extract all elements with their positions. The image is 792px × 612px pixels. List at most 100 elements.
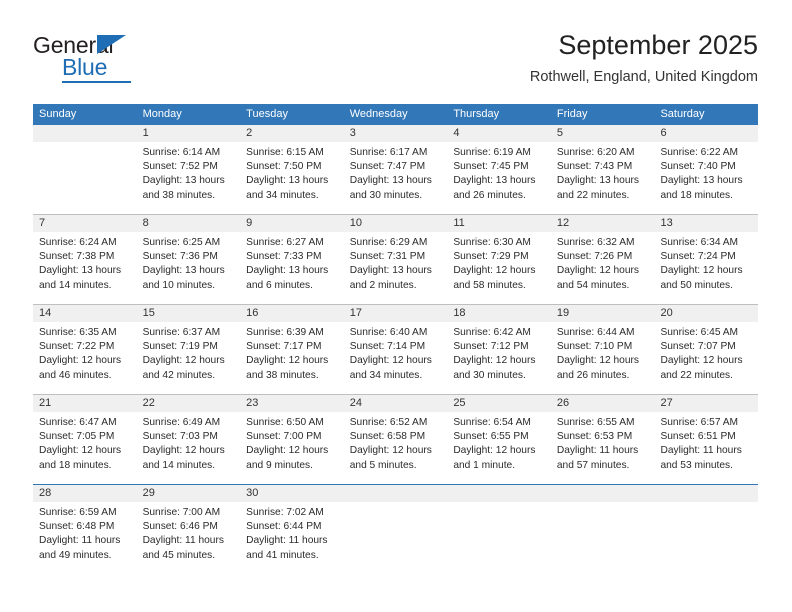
day-number[interactable]: 22 xyxy=(137,395,241,412)
day-detail-line: Sunset: 7:17 PM xyxy=(246,341,322,353)
day-number[interactable]: 4 xyxy=(447,125,551,142)
day-cell[interactable]: Sunrise: 6:24 AM Sunset: 7:38 PM Daylight:… xyxy=(33,232,137,304)
day-cell[interactable]: Sunrise: 6:17 AM Sunset: 7:47 PM Daylight:… xyxy=(344,142,448,214)
day-number[interactable]: 23 xyxy=(240,395,344,412)
day-cell[interactable]: Sunrise: 7:00 AM Sunset: 6:46 PM Daylight:… xyxy=(137,502,241,579)
day-cell[interactable]: Sunrise: 6:37 AM Sunset: 7:19 PM Daylight:… xyxy=(137,322,241,394)
day-number[interactable]: 3 xyxy=(344,125,448,142)
day-number[interactable]: 19 xyxy=(551,305,655,322)
weekday-header-tuesday: Tuesday xyxy=(246,108,288,120)
day-cell[interactable]: Sunrise: 6:34 AM Sunset: 7:24 PM Daylight:… xyxy=(654,232,758,304)
day-number[interactable]: 21 xyxy=(33,395,137,412)
day-detail-line: Sunset: 7:07 PM xyxy=(660,341,736,353)
day-detail-line: and 9 minutes. xyxy=(246,459,313,471)
day-number[interactable]: 26 xyxy=(551,395,655,412)
logo-triangle-icon xyxy=(97,35,126,54)
page-subtitle: Rothwell, England, United Kingdom xyxy=(529,69,758,85)
day-cell[interactable]: Sunrise: 6:39 AM Sunset: 7:17 PM Daylight:… xyxy=(240,322,344,394)
day-detail-line: Daylight: 13 hours xyxy=(246,175,329,187)
day-number[interactable]: 17 xyxy=(344,305,448,322)
day-cell[interactable]: Sunrise: 6:14 AM Sunset: 7:52 PM Daylight:… xyxy=(137,142,241,214)
day-detail-line: and 6 minutes. xyxy=(246,279,313,291)
day-detail-line: Sunset: 7:36 PM xyxy=(142,251,218,263)
day-number[interactable]: 5 xyxy=(551,125,655,142)
day-detail-line: Sunset: 7:03 PM xyxy=(142,431,218,443)
day-number[interactable]: 29 xyxy=(137,485,241,502)
day-cell[interactable]: Sunrise: 6:59 AM Sunset: 6:48 PM Daylight:… xyxy=(33,502,137,579)
day-detail-line: and 42 minutes. xyxy=(142,369,216,381)
day-detail-line: Daylight: 12 hours xyxy=(453,355,536,367)
day-cell[interactable]: Sunrise: 6:54 AM Sunset: 6:55 PM Daylight:… xyxy=(447,412,551,484)
day-cell[interactable]: Sunrise: 6:49 AM Sunset: 7:03 PM Daylight:… xyxy=(137,412,241,484)
day-cell[interactable]: Sunrise: 6:30 AM Sunset: 7:29 PM Daylight:… xyxy=(447,232,551,304)
logo-underline-rule xyxy=(62,81,131,83)
day-number[interactable]: 11 xyxy=(447,215,551,232)
day-cell[interactable]: Sunrise: 6:47 AM Sunset: 7:05 PM Daylight:… xyxy=(33,412,137,484)
day-detail-line: and 10 minutes. xyxy=(142,279,216,291)
day-cell[interactable]: Sunrise: 6:52 AM Sunset: 6:58 PM Daylight:… xyxy=(344,412,448,484)
day-cell[interactable]: Sunrise: 6:50 AM Sunset: 7:00 PM Daylight:… xyxy=(240,412,344,484)
day-number[interactable]: 2 xyxy=(240,125,344,142)
day-cell[interactable]: Sunrise: 6:57 AM Sunset: 6:51 PM Daylight:… xyxy=(654,412,758,484)
day-detail-line: Sunrise: 6:57 AM xyxy=(660,417,739,428)
day-detail-line: and 1 minute. xyxy=(453,459,516,471)
day-detail-line: Sunrise: 7:00 AM xyxy=(142,507,221,518)
day-detail-line: Sunset: 6:58 PM xyxy=(349,431,426,443)
day-cell[interactable]: Sunrise: 6:19 AM Sunset: 7:45 PM Daylight:… xyxy=(447,142,551,214)
day-number[interactable]: 6 xyxy=(654,125,758,142)
day-number[interactable]: 10 xyxy=(344,215,448,232)
day-detail-line: Daylight: 12 hours xyxy=(660,355,743,367)
day-detail-line: and 53 minutes. xyxy=(660,459,733,471)
day-cell[interactable]: Sunrise: 6:44 AM Sunset: 7:10 PM Daylight:… xyxy=(551,322,655,394)
day-number[interactable]: 15 xyxy=(137,305,241,322)
day-number[interactable]: 12 xyxy=(551,215,655,232)
day-cell[interactable]: Sunrise: 6:15 AM Sunset: 7:50 PM Daylight:… xyxy=(240,142,344,214)
day-number[interactable]: 24 xyxy=(344,395,448,412)
day-detail-line: Sunrise: 6:45 AM xyxy=(660,327,739,338)
day-cell[interactable]: Sunrise: 6:35 AM Sunset: 7:22 PM Daylight:… xyxy=(33,322,137,394)
day-detail-line: Sunset: 6:51 PM xyxy=(660,431,736,443)
day-number[interactable]: 13 xyxy=(654,215,758,232)
day-number[interactable]: 8 xyxy=(137,215,241,232)
day-number[interactable]: 9 xyxy=(240,215,344,232)
calendar-week-row: 7 8 9 10 11 12 13 Sunrise: 6:24 AM Sunset: 7:38 … xyxy=(33,214,758,304)
day-cell[interactable]: Sunrise: 6:29 AM Sunset: 7:31 PM Daylight:… xyxy=(344,232,448,304)
day-number[interactable]: 1 xyxy=(137,125,241,142)
day-detail-line: Daylight: 12 hours xyxy=(453,445,536,457)
day-cell[interactable]: Sunrise: 6:32 AM Sunset: 7:26 PM Daylight:… xyxy=(551,232,655,304)
day-cell[interactable]: Sunrise: 6:40 AM Sunset: 7:14 PM Daylight:… xyxy=(344,322,448,394)
day-cell[interactable]: Sunrise: 6:22 AM Sunset: 7:40 PM Daylight:… xyxy=(654,142,758,214)
day-detail-line: Sunset: 6:53 PM xyxy=(556,431,633,443)
day-detail-line: Sunset: 7:47 PM xyxy=(349,161,426,173)
day-detail-line: and 38 minutes. xyxy=(142,189,216,201)
day-number[interactable]: 7 xyxy=(33,215,137,232)
day-number[interactable]: 25 xyxy=(447,395,551,412)
weekday-header-monday: Monday xyxy=(142,108,182,120)
day-number[interactable]: 28 xyxy=(33,485,137,502)
day-detail-line: Sunrise: 6:49 AM xyxy=(142,417,221,428)
day-cell[interactable]: Sunrise: 6:25 AM Sunset: 7:36 PM Daylight:… xyxy=(137,232,241,304)
day-cell[interactable]: Sunrise: 6:55 AM Sunset: 6:53 PM Daylight:… xyxy=(551,412,655,484)
day-number[interactable]: 30 xyxy=(240,485,344,502)
day-detail-line: Daylight: 13 hours xyxy=(142,175,225,187)
day-detail-line: Daylight: 11 hours xyxy=(142,535,224,547)
day-number[interactable]: 18 xyxy=(447,305,551,322)
weekday-header-friday: Friday xyxy=(556,108,588,120)
day-detail-line: Sunset: 7:12 PM xyxy=(453,341,529,353)
day-cell-empty xyxy=(551,502,655,579)
calendar-week-row: 28 29 30 Sunrise: 6:59 AM Sunset: 6:48 PM Day… xyxy=(33,484,758,579)
day-cell[interactable]: Sunrise: 6:45 AM Sunset: 7:07 PM Daylight:… xyxy=(654,322,758,394)
day-number[interactable]: 14 xyxy=(33,305,137,322)
day-number-empty xyxy=(33,125,137,142)
day-detail-line: Daylight: 13 hours xyxy=(246,265,329,277)
day-detail-line: Sunset: 7:19 PM xyxy=(142,341,218,353)
day-cell[interactable]: Sunrise: 7:02 AM Sunset: 6:44 PM Daylight:… xyxy=(240,502,344,579)
day-cell[interactable]: Sunrise: 6:42 AM Sunset: 7:12 PM Daylight:… xyxy=(447,322,551,394)
weekday-header-wednesday: Wednesday xyxy=(349,108,408,120)
day-cell[interactable]: Sunrise: 6:27 AM Sunset: 7:33 PM Daylight:… xyxy=(240,232,344,304)
day-number[interactable]: 16 xyxy=(240,305,344,322)
day-number[interactable]: 20 xyxy=(654,305,758,322)
day-cell[interactable]: Sunrise: 6:20 AM Sunset: 7:43 PM Daylight:… xyxy=(551,142,655,214)
day-number[interactable]: 27 xyxy=(654,395,758,412)
day-detail-line: Sunrise: 6:14 AM xyxy=(142,147,221,158)
